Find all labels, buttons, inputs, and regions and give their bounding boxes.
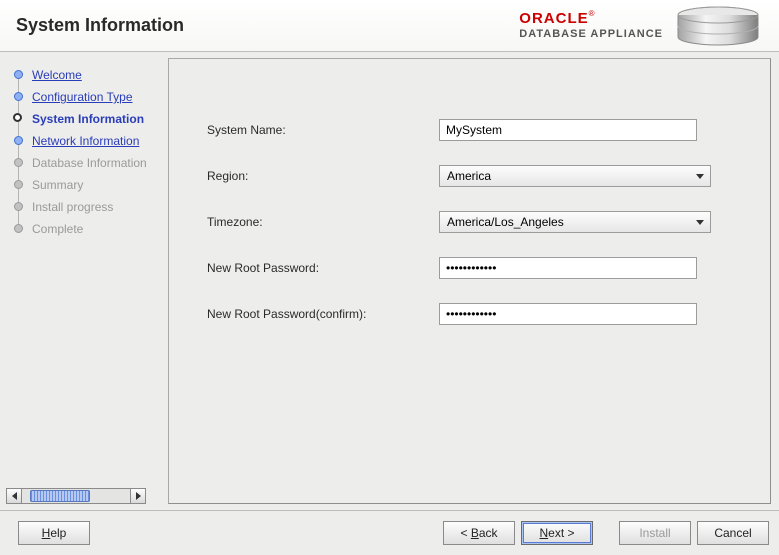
sidebar-scrollbar[interactable] xyxy=(6,488,146,504)
step-label: System Information xyxy=(32,112,144,126)
step-database-information: Database Information xyxy=(8,152,164,174)
header: System Information ORACLE® DATABASE APPL… xyxy=(0,0,779,52)
scroll-right-button[interactable] xyxy=(130,488,146,504)
system-name-input[interactable] xyxy=(439,119,697,141)
brand-oracle: ORACLE xyxy=(519,11,588,28)
step-dot-icon xyxy=(14,70,23,79)
step-summary: Summary xyxy=(8,174,164,196)
step-network-information[interactable]: Network Information xyxy=(8,130,164,152)
step-label: Database Information xyxy=(32,156,147,170)
cancel-button[interactable]: Cancel xyxy=(697,521,769,545)
region-label: Region: xyxy=(207,169,439,183)
scroll-left-button[interactable] xyxy=(6,488,22,504)
step-dot-icon xyxy=(14,224,23,233)
region-value: America xyxy=(447,169,491,183)
region-select[interactable]: America xyxy=(439,165,711,187)
root-password-label: New Root Password: xyxy=(207,261,439,275)
root-password-input[interactable] xyxy=(439,257,697,279)
step-label: Summary xyxy=(32,178,83,192)
brand-cylinder-icon xyxy=(673,6,763,46)
step-label: Complete xyxy=(32,222,83,236)
brand-registered: ® xyxy=(589,9,595,18)
step-system-information[interactable]: System Information xyxy=(8,108,164,130)
page-title: System Information xyxy=(16,15,184,36)
system-name-label: System Name: xyxy=(207,123,439,137)
chevron-left-icon xyxy=(12,492,17,500)
main-panel: System Name: Region: America Timezone: A… xyxy=(168,58,771,504)
chevron-down-icon xyxy=(696,220,704,225)
step-welcome[interactable]: Welcome xyxy=(8,64,164,86)
root-password-confirm-label: New Root Password(confirm): xyxy=(207,307,439,321)
timezone-label: Timezone: xyxy=(207,215,439,229)
step-dot-icon xyxy=(14,136,23,145)
step-complete: Complete xyxy=(8,218,164,240)
wizard-sidebar: Welcome Configuration Type System Inform… xyxy=(0,52,168,510)
step-label: Network Information xyxy=(32,134,139,148)
step-dot-icon xyxy=(13,113,22,122)
step-label: Configuration Type xyxy=(32,90,133,104)
chevron-down-icon xyxy=(696,174,704,179)
scroll-thumb[interactable] xyxy=(30,490,90,502)
step-label: Install progress xyxy=(32,200,113,214)
step-dot-icon xyxy=(14,158,23,167)
step-dot-icon xyxy=(14,202,23,211)
back-button[interactable]: < Back xyxy=(443,521,515,545)
next-button[interactable]: Next > xyxy=(521,521,593,545)
footer: Help < Back Next > Install Cancel xyxy=(0,510,779,554)
scroll-track[interactable] xyxy=(22,488,130,504)
install-button: Install xyxy=(619,521,691,545)
chevron-right-icon xyxy=(136,492,141,500)
step-configuration-type[interactable]: Configuration Type xyxy=(8,86,164,108)
step-install-progress: Install progress xyxy=(8,196,164,218)
step-dot-icon xyxy=(14,180,23,189)
timezone-value: America/Los_Angeles xyxy=(447,215,564,229)
step-dot-icon xyxy=(14,92,23,101)
root-password-confirm-input[interactable] xyxy=(439,303,697,325)
brand: ORACLE® DATABASE APPLIANCE xyxy=(519,6,763,46)
wizard-steps: Welcome Configuration Type System Inform… xyxy=(8,64,164,240)
brand-subtitle: DATABASE APPLIANCE xyxy=(519,28,663,40)
brand-text: ORACLE® DATABASE APPLIANCE xyxy=(519,11,663,40)
help-button[interactable]: Help xyxy=(18,521,90,545)
timezone-select[interactable]: America/Los_Angeles xyxy=(439,211,711,233)
step-label: Welcome xyxy=(32,68,82,82)
